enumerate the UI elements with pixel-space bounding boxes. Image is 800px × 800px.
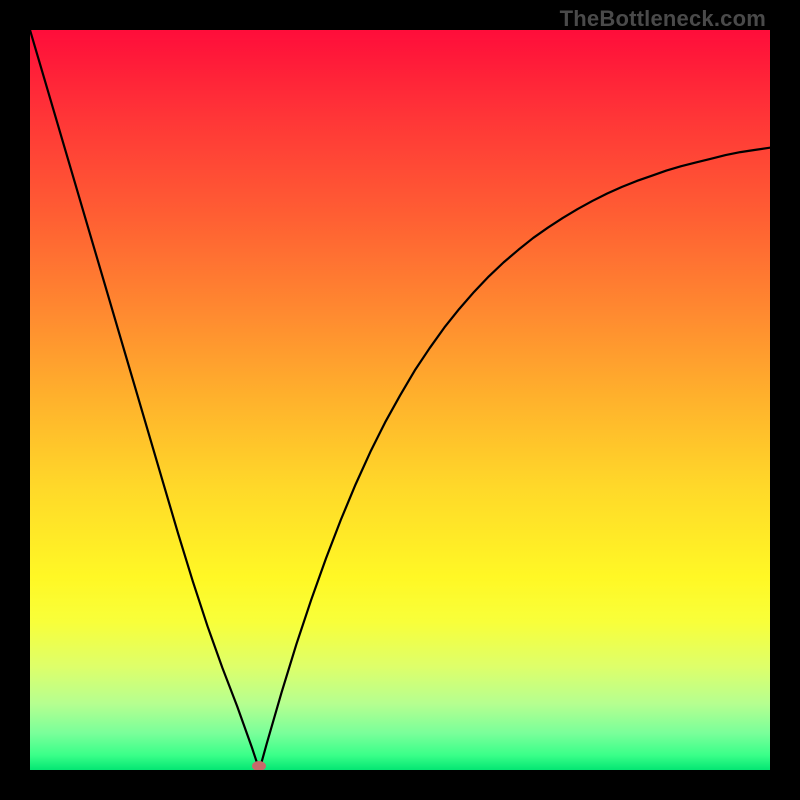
plot-area bbox=[30, 30, 770, 770]
optimal-point-marker bbox=[252, 761, 266, 770]
bottleneck-curve bbox=[30, 30, 770, 770]
chart-frame: TheBottleneck.com bbox=[0, 0, 800, 800]
watermark-text: TheBottleneck.com bbox=[560, 6, 766, 32]
